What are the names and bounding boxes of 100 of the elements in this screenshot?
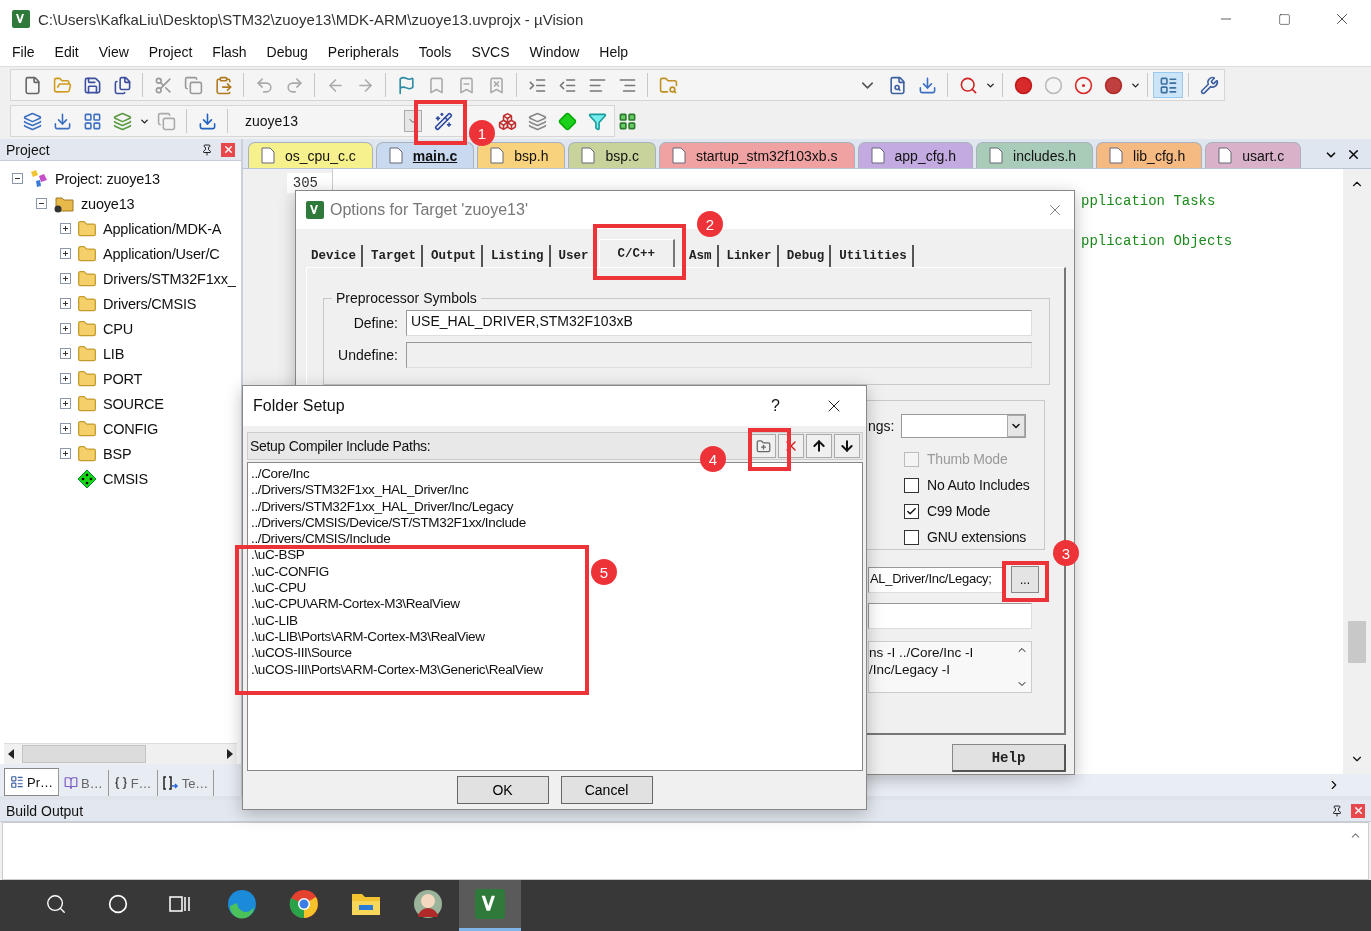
tree-item-label[interactable]: SOURCE: [103, 395, 164, 412]
pin-icon[interactable]: [201, 143, 213, 156]
scrollbar-thumb[interactable]: [22, 745, 146, 763]
breakpoint-remove-icon[interactable]: [1103, 75, 1123, 95]
menu-item[interactable]: Window: [519, 44, 590, 60]
file-tab[interactable]: lib_cfg.h: [1096, 142, 1203, 168]
cancel-button[interactable]: Cancel: [560, 776, 653, 804]
load-icon[interactable]: [197, 111, 217, 131]
vertical-scrollbar[interactable]: [1343, 169, 1371, 774]
tree-item-label[interactable]: Project: zuoye13: [55, 170, 160, 187]
tree-item-label[interactable]: Drivers/STM32F1xx_: [103, 270, 236, 287]
search-icon[interactable]: [958, 75, 978, 95]
panel-tab[interactable]: Te…: [157, 770, 215, 796]
file-tab[interactable]: bsp.c: [568, 142, 656, 168]
expand-icon[interactable]: [60, 398, 71, 409]
dialog-tab[interactable]: C/C++: [598, 239, 676, 267]
path-item[interactable]: ../Drivers/STM32F1xx_HAL_Driver/Inc/Legacy: [251, 498, 514, 515]
undefine-field[interactable]: [406, 342, 1032, 368]
browser-icon[interactable]: [289, 889, 319, 919]
panel-tab[interactable]: F…: [108, 770, 158, 796]
file-tab[interactable]: app_cfg.h: [857, 142, 974, 168]
download-icon[interactable]: [917, 75, 937, 95]
menu-item[interactable]: Edit: [44, 44, 89, 60]
paste-icon[interactable]: [213, 75, 233, 95]
folder-icon[interactable]: [351, 891, 381, 917]
tree-item-label[interactable]: CONFIG: [103, 420, 159, 437]
tree-item-label[interactable]: Application/User/C: [103, 245, 220, 262]
tree-item-label[interactable]: LIB: [103, 345, 125, 362]
path-item[interactable]: .\uC-LIB\Ports\ARM-Cortex-M3\RealView: [251, 628, 485, 646]
tree-item-label[interactable]: CMSIS: [103, 470, 148, 487]
file-tab[interactable]: bsp.h: [477, 142, 566, 168]
browse-button[interactable]: ...: [1011, 566, 1039, 593]
wrench-icon[interactable]: [1199, 75, 1219, 95]
menu-item[interactable]: Help: [589, 44, 639, 60]
file-tab[interactable]: usart.c: [1205, 142, 1302, 168]
collapse-icon[interactable]: [12, 173, 23, 184]
menu-item[interactable]: Debug: [256, 44, 318, 60]
collapse-icon[interactable]: [36, 198, 47, 209]
checkbox[interactable]: [904, 477, 919, 493]
magic-wand-icon[interactable]: [433, 111, 453, 131]
path-item[interactable]: .\uC-CPU\ARM-Cortex-M3\RealView: [251, 596, 460, 613]
search-icon[interactable]: [45, 893, 67, 915]
folder-search-icon[interactable]: [658, 75, 678, 95]
save-icon[interactable]: [82, 75, 102, 95]
move-up-button[interactable]: [806, 434, 832, 458]
file-tab[interactable]: main.c: [375, 142, 475, 168]
expand-icon[interactable]: [60, 273, 71, 284]
menu-item[interactable]: Flash: [202, 44, 257, 60]
expand-icon[interactable]: [60, 298, 71, 309]
filter-icon[interactable]: [587, 111, 607, 131]
expand-icon[interactable]: [60, 373, 71, 384]
download-icon[interactable]: [52, 111, 72, 131]
layers-icon[interactable]: [527, 111, 547, 131]
menu-item[interactable]: SVCS: [461, 44, 520, 60]
expand-icon[interactable]: [60, 223, 71, 234]
misc-controls-field[interactable]: [868, 603, 1032, 629]
path-item[interactable]: .\uCOS-III\Ports\ARM-Cortex-M3\Generic\RealView: [251, 661, 543, 678]
file-tab[interactable]: includes.h: [976, 142, 1094, 168]
path-item[interactable]: ../Drivers/STM32F1xx_HAL_Driver/Inc: [251, 482, 469, 499]
tree-item-label[interactable]: zuoye13: [81, 195, 135, 212]
breakpoint-toggle-icon[interactable]: [1073, 75, 1093, 95]
tree-item-label[interactable]: PORT: [103, 370, 143, 387]
new-folder-button[interactable]: [750, 434, 776, 458]
path-item[interactable]: ../Drivers/CMSIS/Device/ST/STM32F1xx/Include: [251, 514, 526, 532]
help-icon[interactable]: ?: [771, 397, 780, 415]
checkbox[interactable]: [904, 503, 919, 519]
panel-tab[interactable]: B…: [59, 770, 109, 796]
file-tab[interactable]: os_cpu_c.c: [248, 142, 373, 168]
warnings-select[interactable]: [901, 414, 1027, 438]
avatar-icon[interactable]: [413, 889, 443, 919]
define-field[interactable]: USE_HAL_DRIVER,STM32F103xB: [406, 310, 1032, 336]
expand-icon[interactable]: [60, 323, 71, 334]
grid-icon[interactable]: [617, 111, 637, 131]
save-all-icon[interactable]: [112, 75, 132, 95]
path-item[interactable]: ../Drivers/CMSIS/Include: [251, 531, 391, 548]
path-item[interactable]: .\uC-CONFIG: [251, 563, 329, 581]
close-icon[interactable]: [1346, 147, 1361, 162]
menu-item[interactable]: Peripherals: [317, 44, 409, 60]
menu-item[interactable]: File: [2, 44, 45, 60]
tree-item-label[interactable]: BSP: [103, 445, 132, 462]
checkbox[interactable]: [904, 529, 919, 545]
tree-item-label[interactable]: CPU: [103, 320, 133, 337]
breakpoint-icon[interactable]: [1013, 75, 1033, 95]
panel-tab[interactable]: Pr…: [4, 768, 59, 796]
browser-icon[interactable]: [227, 889, 257, 919]
close-button[interactable]: [221, 142, 235, 157]
expand-icon[interactable]: [60, 348, 71, 359]
scrollbar-thumb[interactable]: [1348, 621, 1366, 663]
maximize-icon[interactable]: [1277, 12, 1291, 26]
menu-item[interactable]: Project: [138, 44, 203, 60]
expand-icon[interactable]: [60, 248, 71, 259]
stack-icon[interactable]: [112, 111, 132, 131]
grid-icon[interactable]: [82, 111, 102, 131]
path-item[interactable]: .\uCOS-III\Source: [251, 645, 352, 662]
ok-button[interactable]: OK: [456, 776, 549, 804]
path-item[interactable]: .\uC-CPU: [251, 580, 306, 597]
close-button[interactable]: [1351, 803, 1365, 818]
help-button[interactable]: Help: [952, 744, 1066, 772]
path-item[interactable]: .\uC-LIB: [251, 612, 298, 629]
expand-icon[interactable]: [60, 448, 71, 459]
